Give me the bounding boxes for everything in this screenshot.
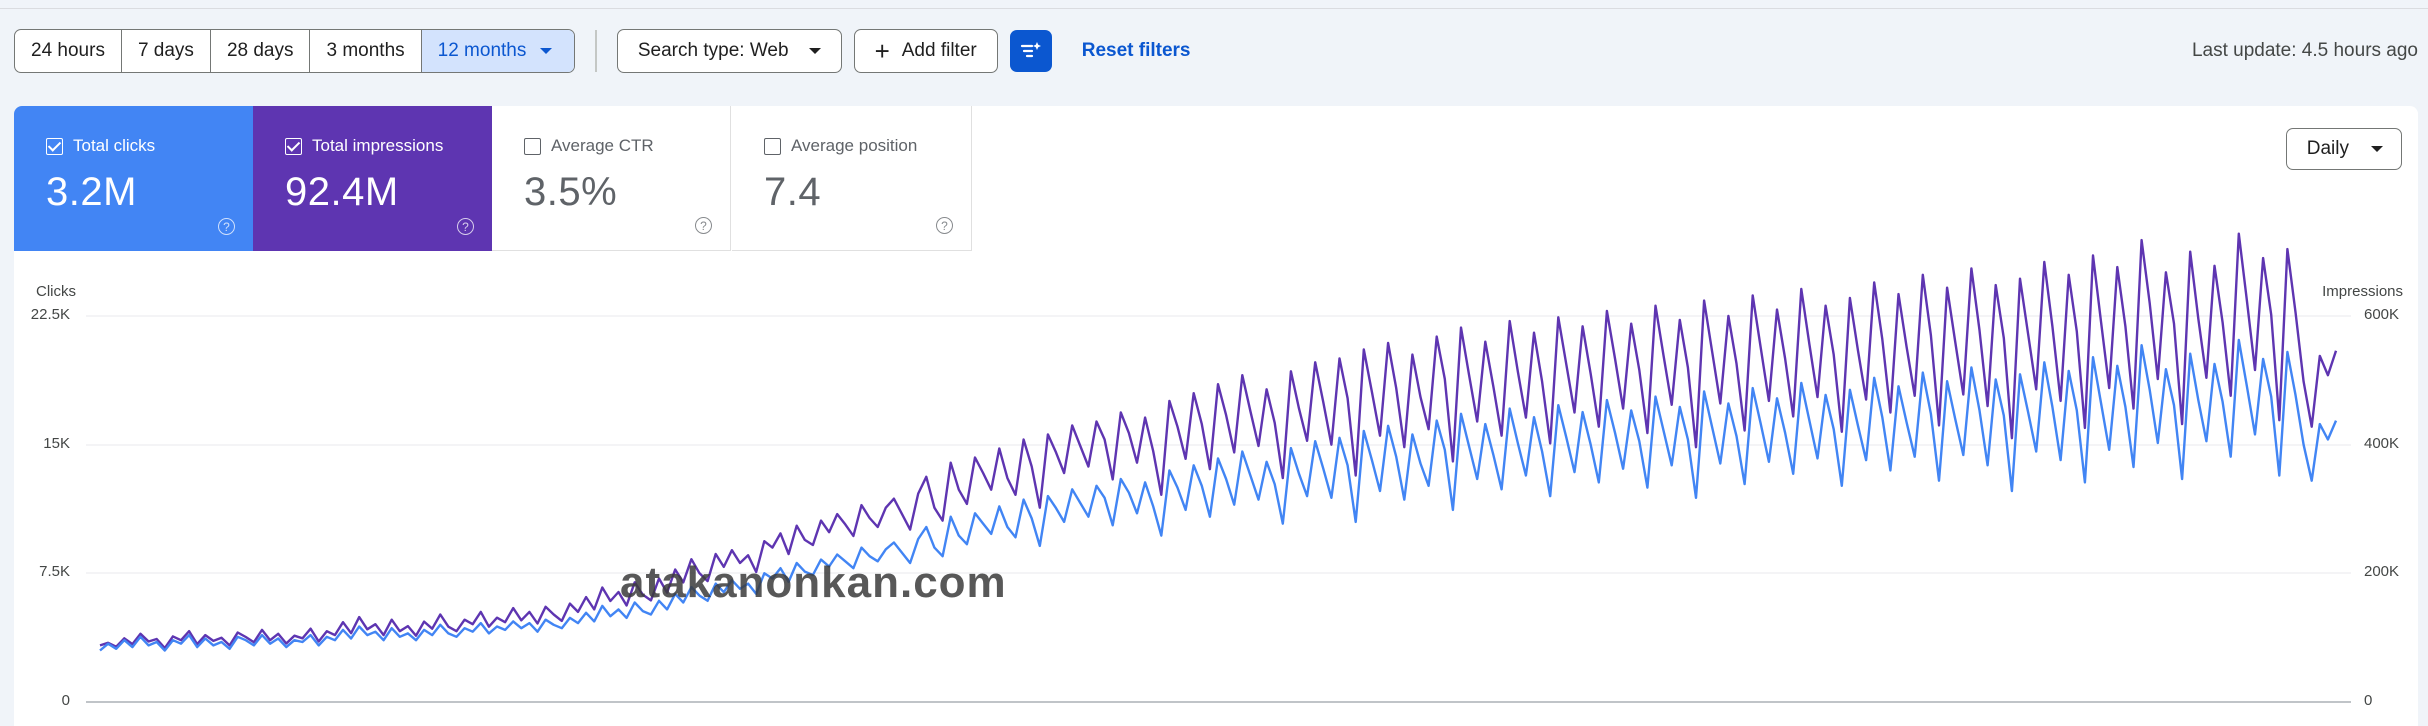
plus-icon: + (874, 36, 890, 66)
search-type-label: Search type: Web (637, 40, 789, 61)
caret-down-icon (540, 48, 553, 54)
range-3-months[interactable]: 3 months (310, 30, 422, 72)
range-7-days[interactable]: 7 days (122, 30, 211, 72)
filter-sparkle-icon (1020, 42, 1041, 58)
filter-options-button[interactable] (1009, 30, 1052, 72)
range-12-months[interactable]: 12 months (421, 30, 575, 72)
search-type-dropdown[interactable]: Search type: Web (616, 29, 842, 73)
add-filter-label: Add filter (901, 40, 977, 61)
performance-line-chart[interactable] (14, 106, 2418, 726)
last-update-text: Last update: 4.5 hours ago (2191, 40, 2418, 61)
caret-down-icon (808, 48, 821, 54)
toolbar-divider (595, 30, 597, 72)
watermark-text: atakanonkan.com (620, 558, 1007, 607)
impressions-series-line[interactable] (99, 232, 2338, 650)
top-divider (0, 8, 2428, 9)
add-filter-button[interactable]: + Add filter (853, 29, 998, 73)
range-12-months-label: 12 months (437, 40, 527, 61)
range-28-days[interactable]: 28 days (211, 30, 311, 72)
date-range-selector: 24 hours 7 days 28 days 3 months 12 mont… (14, 29, 576, 73)
reset-filters-link[interactable]: Reset filters (1082, 40, 1191, 62)
performance-card: Total clicks 3.2M ? Total impressions 92… (14, 106, 2418, 726)
range-24-hours[interactable]: 24 hours (15, 30, 122, 72)
filter-toolbar: 24 hours 7 days 28 days 3 months 12 mont… (14, 29, 1191, 73)
